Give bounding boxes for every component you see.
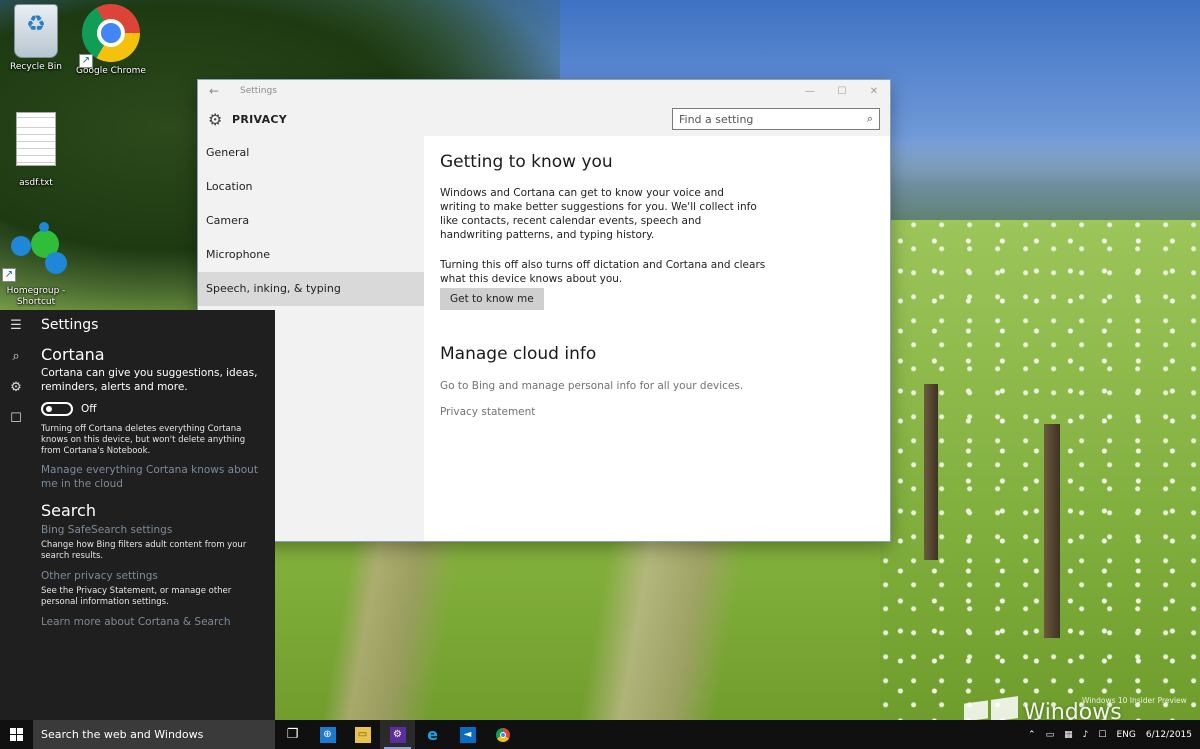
start-button[interactable] bbox=[0, 720, 33, 749]
shortcut-arrow-icon: ↗ bbox=[79, 54, 93, 68]
recycle-bin-icon[interactable]: Recycle Bin bbox=[0, 4, 72, 73]
cortana-toggle-state: Off bbox=[81, 403, 97, 415]
privacy-statement-link[interactable]: Privacy statement bbox=[440, 406, 874, 418]
fence-post bbox=[924, 384, 938, 560]
chrome-taskbar-icon[interactable] bbox=[485, 720, 520, 749]
mail-app-icon[interactable]: ◄ bbox=[450, 720, 485, 749]
desktop-icon-label: asdf.txt bbox=[19, 178, 53, 188]
desktop-icon-label: Homegroup - Shortcut bbox=[6, 286, 66, 307]
cortana-heading: Cortana bbox=[41, 345, 105, 364]
maximize-button[interactable]: ☐ bbox=[826, 86, 858, 97]
wallpaper-path bbox=[300, 540, 940, 749]
system-tray: ⌃ ▭ ▦ ♪ ☐ ENG 6/12/2015 bbox=[1018, 720, 1200, 749]
hamburger-menu-icon[interactable]: ☰ bbox=[0, 310, 32, 341]
nav-item-camera[interactable]: Camera bbox=[198, 204, 424, 238]
other-privacy-link[interactable]: Other privacy settings bbox=[41, 570, 267, 582]
taskbar-search-box[interactable]: Search the web and Windows bbox=[33, 720, 275, 749]
learn-more-link[interactable]: Learn more about Cortana & Search bbox=[41, 616, 267, 628]
fence-post bbox=[1044, 424, 1060, 638]
cortana-panel-title: Settings bbox=[41, 317, 99, 333]
file-explorer-icon[interactable]: ▭ bbox=[345, 720, 380, 749]
find-setting-input[interactable]: Find a setting ⌕ bbox=[672, 108, 880, 130]
battery-icon[interactable]: ▭ bbox=[1046, 730, 1055, 740]
homegroup-shortcut[interactable]: ↗ Homegroup - Shortcut bbox=[0, 222, 72, 308]
gear-icon: ⚙ bbox=[208, 109, 223, 129]
shortcut-arrow-icon: ↗ bbox=[2, 268, 16, 282]
section-title-getting-to-know-you: Getting to know you bbox=[440, 152, 613, 172]
nav-item-microphone[interactable]: Microphone bbox=[198, 238, 424, 272]
close-button[interactable]: ✕ bbox=[858, 86, 890, 97]
settings-app-icon[interactable]: ⚙ bbox=[380, 720, 415, 749]
minimize-button[interactable]: — bbox=[794, 86, 826, 97]
taskbar: Search the web and Windows ❐ ⊕ ▭ ⚙ e ◄ ⌃… bbox=[0, 720, 1200, 749]
asdf-txt-file[interactable]: asdf.txt bbox=[0, 112, 72, 189]
settings-header: ⚙ PRIVACY Find a setting ⌕ bbox=[198, 102, 890, 136]
cortana-flyout: ☰ ⌕ ⚙ ☐ Settings Cortana Cortana can giv… bbox=[0, 310, 275, 720]
cortana-toggle-note: Turning off Cortana deletes everything C… bbox=[41, 424, 246, 456]
search-heading: Search bbox=[41, 501, 96, 520]
tray-up-arrow-icon[interactable]: ⌃ bbox=[1028, 730, 1036, 740]
section-description: Windows and Cortana can get to know your… bbox=[440, 187, 757, 241]
title-bar: ← Settings — ☐ ✕ bbox=[198, 80, 890, 102]
settings-content: Getting to know you Windows and Cortana … bbox=[424, 136, 890, 541]
search-placeholder: Find a setting bbox=[679, 112, 754, 126]
language-indicator[interactable]: ENG bbox=[1116, 730, 1135, 740]
manage-cortana-link[interactable]: Manage everything Cortana knows about me… bbox=[41, 463, 267, 491]
taskbar-app-store[interactable]: ⊕ bbox=[310, 720, 345, 749]
recycle-bin-glyph bbox=[14, 4, 58, 58]
get-to-know-me-button[interactable]: Get to know me bbox=[440, 288, 544, 310]
search-icon[interactable]: ⌕ bbox=[0, 341, 32, 372]
action-center-icon[interactable]: ☐ bbox=[1098, 730, 1106, 740]
settings-body: General Location Camera Microphone Speec… bbox=[198, 136, 890, 541]
section-warning: Turning this off also turns off dictatio… bbox=[440, 259, 766, 285]
section-title-manage-cloud-info: Manage cloud info bbox=[440, 344, 597, 364]
windows-logo-icon bbox=[10, 728, 23, 741]
google-chrome-shortcut[interactable]: ↗ Google Chrome bbox=[75, 4, 147, 77]
network-icon[interactable]: ▦ bbox=[1064, 730, 1073, 740]
nav-item-general[interactable]: General bbox=[198, 136, 424, 170]
bing-safesearch-link[interactable]: Bing SafeSearch settings bbox=[41, 524, 267, 536]
clock-date[interactable]: 6/12/2015 bbox=[1146, 730, 1192, 740]
cortana-toggle-row: Off bbox=[41, 402, 267, 416]
text-file-icon bbox=[16, 112, 56, 166]
cortana-description: Cortana can give you suggestions, ideas,… bbox=[41, 367, 258, 393]
cortana-settings-panel: Settings Cortana Cortana can give you su… bbox=[41, 310, 267, 632]
internet-explorer-icon[interactable]: e bbox=[415, 720, 450, 749]
feedback-icon[interactable]: ☐ bbox=[0, 403, 32, 434]
desktop-icon-label: Recycle Bin bbox=[10, 62, 62, 72]
search-icon[interactable]: ⌕ bbox=[867, 112, 873, 126]
gear-icon[interactable]: ⚙ bbox=[0, 372, 32, 403]
bing-manage-link[interactable]: Go to Bing and manage personal info for … bbox=[440, 380, 874, 392]
page-title: PRIVACY bbox=[232, 112, 288, 126]
back-arrow-icon[interactable]: ← bbox=[198, 84, 230, 98]
safesearch-note: Change how Bing filters adult content fr… bbox=[41, 540, 247, 561]
window-title: Settings bbox=[240, 86, 277, 96]
task-view-icon[interactable]: ❐ bbox=[275, 720, 310, 749]
privacy-note: See the Privacy Statement, or manage oth… bbox=[41, 586, 232, 607]
nav-item-speech-inking-typing[interactable]: Speech, inking, & typing bbox=[198, 272, 424, 306]
nav-item-location[interactable]: Location bbox=[198, 170, 424, 204]
settings-window: ← Settings — ☐ ✕ ⚙ PRIVACY Find a settin… bbox=[198, 80, 890, 541]
cortana-toggle[interactable] bbox=[41, 402, 73, 416]
volume-icon[interactable]: ♪ bbox=[1083, 730, 1089, 740]
cortana-rail: ☰ ⌕ ⚙ ☐ bbox=[0, 310, 32, 720]
